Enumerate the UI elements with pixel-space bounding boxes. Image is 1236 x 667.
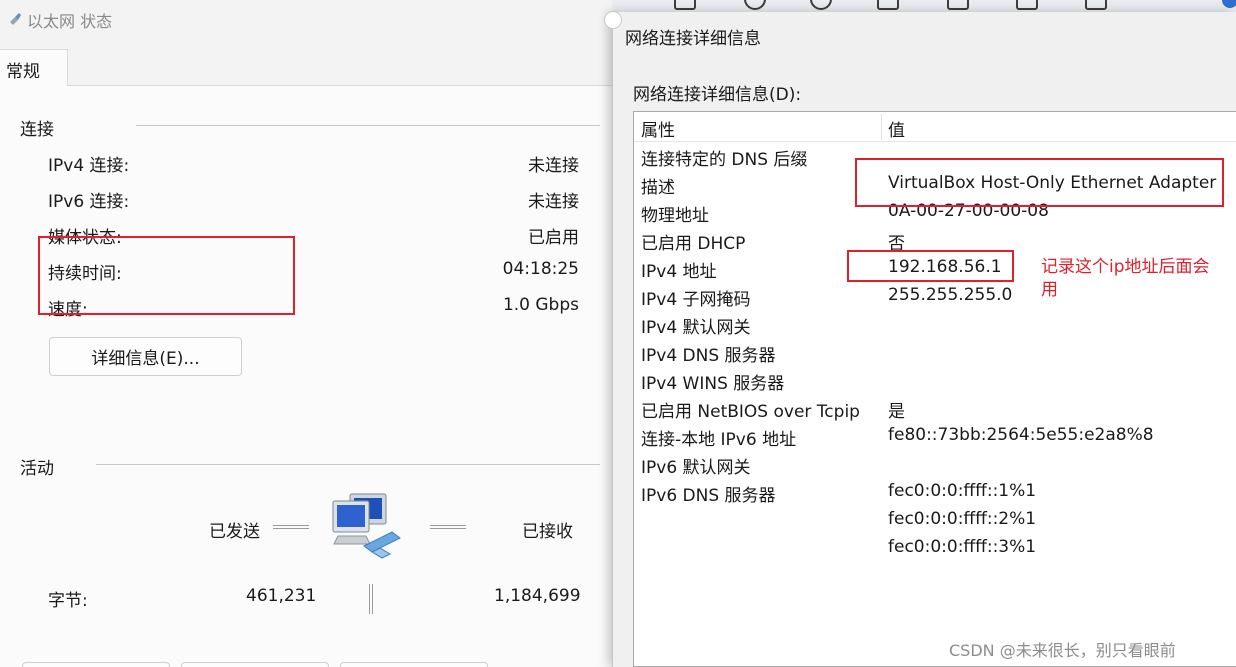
received-line (430, 525, 466, 529)
connection-group-rule (136, 125, 600, 126)
row-ipv6-gateway-property: IPv6 默认网关 (641, 458, 751, 478)
toolbar-icon-5[interactable] (947, 0, 969, 10)
status-window-title: 以太网 状态 (27, 12, 113, 31)
row-description-property: 描述 (641, 178, 675, 198)
toolbar-icon-2[interactable] (744, 0, 766, 10)
toolbar-icon-3[interactable] (810, 0, 832, 10)
status-panel: 连接 IPv4 连接: 未连接 IPv6 连接: 未连接 媒体状态: 已启用 持… (0, 86, 612, 667)
bytes-received-value: 1,184,699 (494, 586, 581, 606)
row-netbios-value: 是 (888, 402, 905, 422)
row-ipv6-dns-value: fec0:0:0:ffff::1%1 (888, 481, 1037, 501)
details-dialog-title: 网络连接详细信息 (625, 29, 761, 49)
background-toolbar (612, 0, 1236, 12)
ethernet-cable-icon (10, 13, 21, 25)
row-ipv4-subnet-value: 255.255.255.0 (888, 285, 1013, 305)
ipv4-connectivity-label: IPv4 连接: (48, 156, 130, 176)
toolbar-icon-4[interactable] (877, 0, 899, 10)
description-highlight-box (855, 158, 1224, 207)
ip-annotation-note: 记录这个ip地址后面会用 (1041, 257, 1210, 300)
connection-details-dialog: 网络连接详细信息 网络连接详细信息(D): 属性 值 连接特定的 DNS 后缀 … (604, 11, 1236, 667)
toolbar-icon-6[interactable] (1016, 0, 1038, 10)
csdn-watermark: CSDN @未来很长，别只看眼前 (949, 641, 1176, 660)
tab-general[interactable]: 常规 (0, 49, 68, 86)
network-computers-icon (332, 493, 401, 559)
toolbar-icon-1[interactable] (674, 0, 696, 10)
ipv4-address-highlight-box (847, 250, 1014, 282)
duration-value: 04:18:25 (502, 259, 579, 279)
row-ipv6-link-local-value: fe80::73bb:2564:5e55:e2a8%8 (888, 425, 1154, 445)
column-header-property[interactable]: 属性 (641, 116, 675, 141)
bytes-label: 字节: (48, 591, 88, 611)
row-physical-address-property: 物理地址 (641, 206, 709, 226)
bytes-sent-value: 461,231 (246, 586, 317, 606)
row-dhcp-property: 已启用 DHCP (641, 234, 746, 254)
toolbar-icon-7[interactable] (1085, 0, 1107, 10)
row-ipv6-dns-3-value: fec0:0:0:ffff::3%1 (888, 537, 1037, 557)
row-netbios-property: 已启用 NetBIOS over Tcpip (641, 402, 860, 422)
row-ipv4-gateway-property: IPv4 默认网关 (641, 318, 751, 338)
row-ipv4-dns-property: IPv4 DNS 服务器 (641, 346, 776, 366)
row-ipv4-address-property: IPv4 地址 (641, 262, 717, 282)
diagnose-button[interactable] (340, 662, 488, 667)
close-icon[interactable] (604, 11, 622, 29)
row-ipv6-link-local-property: 连接-本地 IPv6 地址 (641, 430, 797, 450)
row-ipv6-dns-2-value: fec0:0:0:ffff::2%1 (888, 509, 1037, 529)
bytes-divider (369, 584, 373, 614)
row-dns-suffix-property: 连接特定的 DNS 后缀 (641, 150, 808, 170)
details-button[interactable]: 详细信息(E)... (49, 337, 242, 376)
ipv4-connectivity-value: 未连接 (528, 156, 579, 176)
media-state-value: 已启用 (528, 228, 579, 248)
ipv6-connectivity-label: IPv6 连接: (48, 192, 130, 212)
row-ipv6-dns-property: IPv6 DNS 服务器 (641, 486, 776, 506)
activity-group-heading: 活动 (20, 459, 54, 479)
screenshot-stage: 以太网 状态 常规 连接 IPv4 连接: 未连接 IPv6 连接: 未连接 媒… (0, 0, 1236, 667)
speed-value: 1.0 Gbps (502, 295, 579, 315)
row-ipv4-wins-property: IPv4 WINS 服务器 (641, 374, 785, 394)
row-ipv4-subnet-property: IPv4 子网掩码 (641, 290, 751, 310)
ipv6-connectivity-value: 未连接 (528, 192, 579, 212)
properties-button[interactable] (22, 662, 170, 667)
sent-label: 已发送 (209, 522, 260, 542)
column-header-value[interactable]: 值 (888, 116, 905, 141)
column-divider[interactable] (881, 114, 882, 140)
disable-button[interactable] (181, 662, 329, 667)
sent-line (273, 525, 309, 529)
activity-group-rule (96, 464, 600, 465)
received-label: 已接收 (522, 522, 573, 542)
status-titlebar: 以太网 状态 (0, 0, 612, 38)
details-button-highlight-box (38, 236, 295, 315)
connection-group-heading: 连接 (20, 120, 54, 140)
details-list-label: 网络连接详细信息(D): (633, 85, 802, 105)
ethernet-status-window: 以太网 状态 常规 连接 IPv4 连接: 未连接 IPv6 连接: 未连接 媒… (0, 0, 612, 667)
tab-strip: 常规 (0, 49, 612, 86)
details-list-header: 属性 值 (634, 112, 1236, 142)
